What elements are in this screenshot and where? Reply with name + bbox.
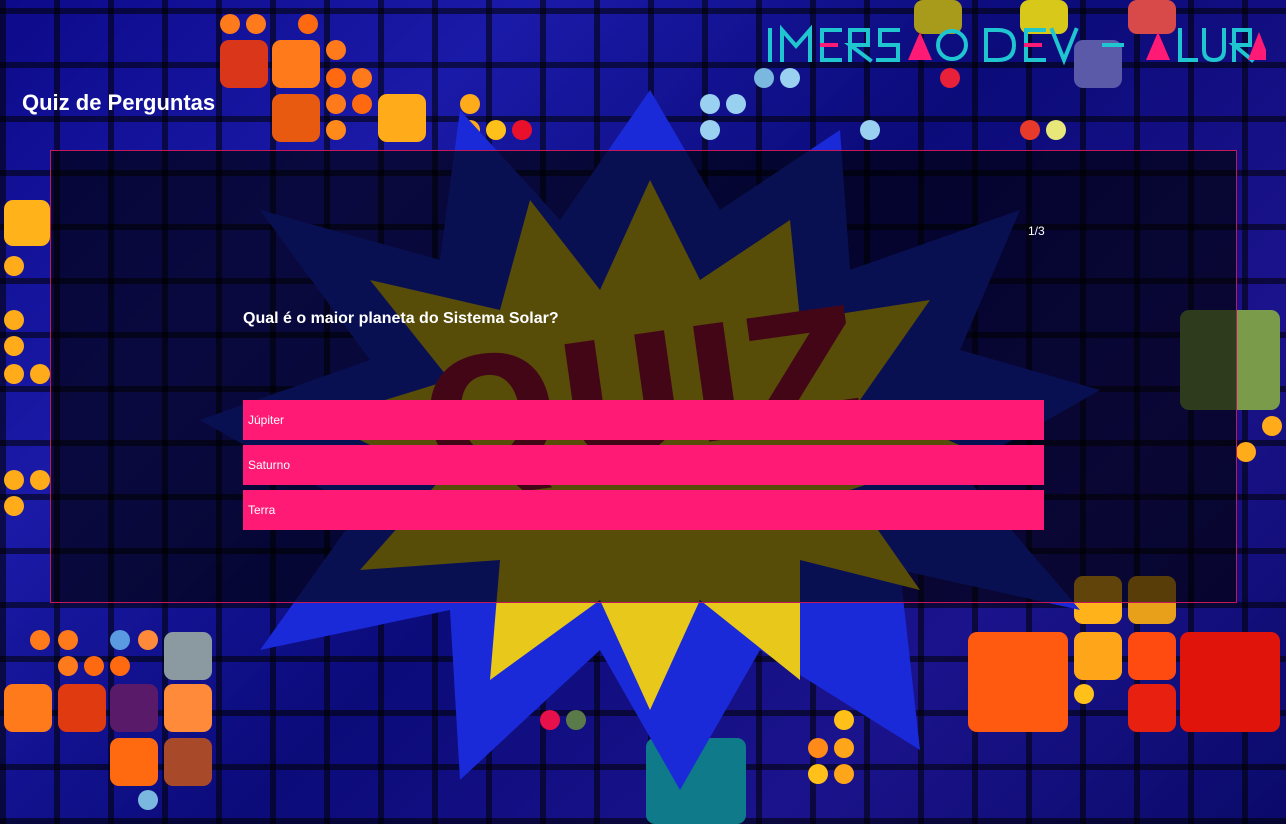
page-title: Quiz de Perguntas xyxy=(22,90,216,115)
answer-button-saturno[interactable]: Saturno xyxy=(243,445,1044,485)
question-text: Qual é o maior planeta do Sistema Solar? xyxy=(243,310,559,327)
question-counter: 1/3 xyxy=(1028,224,1045,238)
answer-button-jupiter[interactable]: Júpiter xyxy=(243,400,1044,440)
answer-list: Júpiter Saturno Terra xyxy=(243,400,1044,535)
brand-logo xyxy=(768,24,1266,66)
quiz-panel: 1/3 Qual é o maior planeta do Sistema So… xyxy=(50,150,1237,603)
answer-button-terra[interactable]: Terra xyxy=(243,490,1044,530)
